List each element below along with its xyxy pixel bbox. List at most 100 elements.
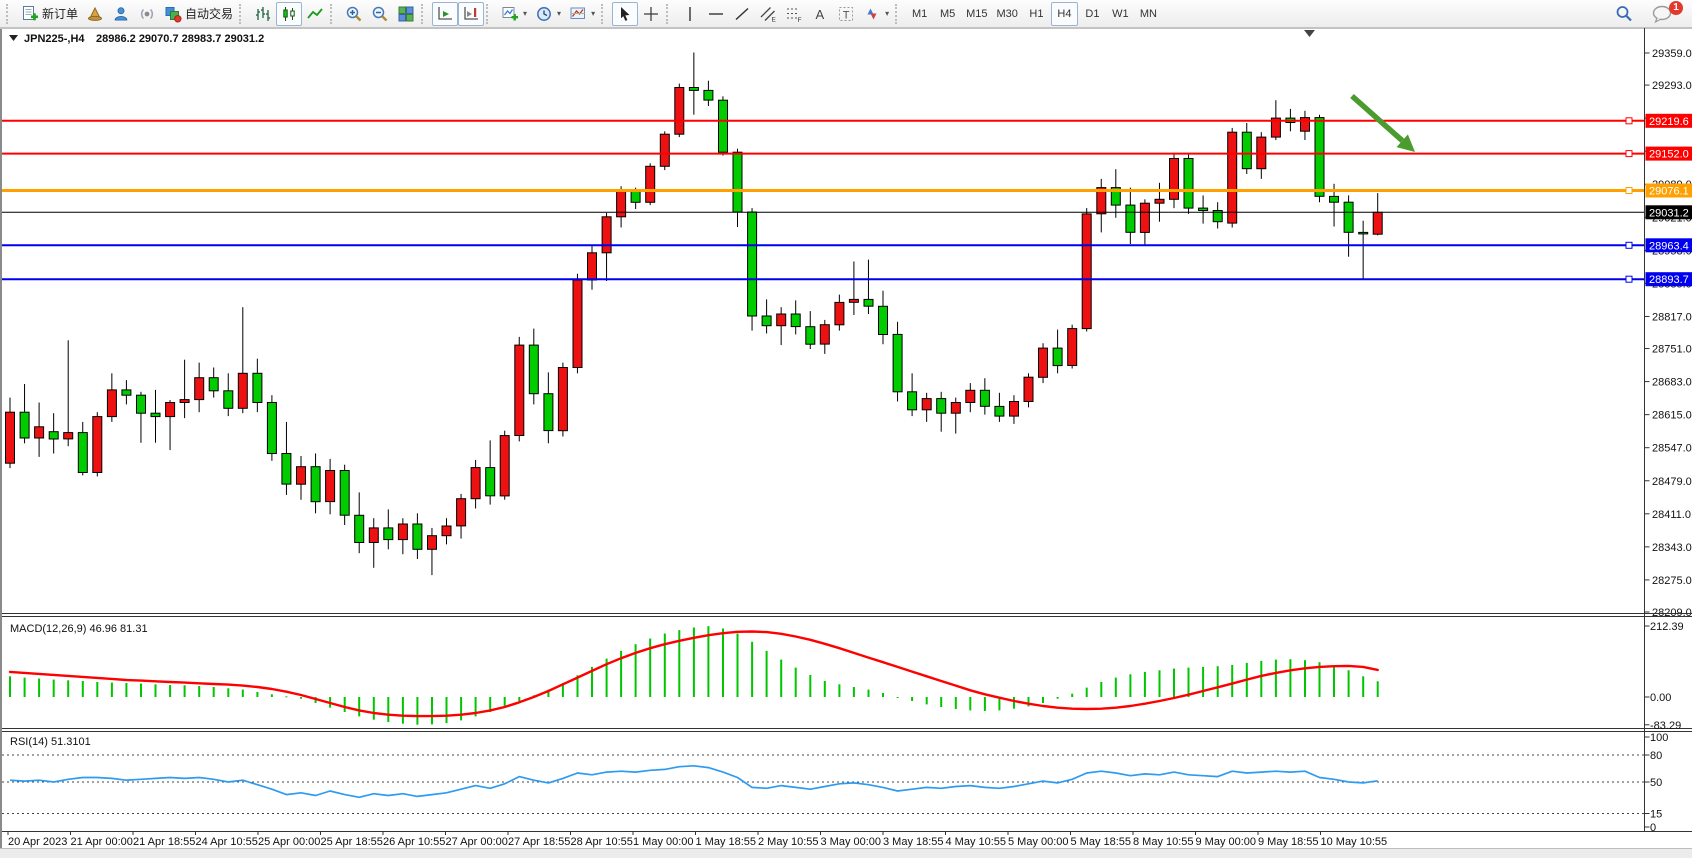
arrows-button[interactable]: ▾ <box>859 2 893 26</box>
svg-text:29293.0: 29293.0 <box>1652 80 1692 92</box>
svg-text:1 May 00:00: 1 May 00:00 <box>633 836 694 848</box>
notification-badge: 1 <box>1669 1 1683 15</box>
search-button[interactable] <box>1610 2 1638 26</box>
new-order-icon <box>21 5 39 23</box>
svg-text:50: 50 <box>1650 777 1662 789</box>
svg-text:28547.0: 28547.0 <box>1652 443 1692 455</box>
timeframe-button-h4[interactable]: H4 <box>1051 2 1078 26</box>
text-button[interactable]: A <box>807 2 833 26</box>
chart-shift-button[interactable] <box>458 2 484 26</box>
equidistant-channel-button[interactable]: E <box>755 2 781 26</box>
templates-button[interactable]: ▾ <box>565 2 599 26</box>
timeframe-button-m15[interactable]: M15 <box>962 2 991 26</box>
candle <box>748 208 757 331</box>
price-badge: 28893.7 <box>1646 272 1692 286</box>
text-label-button[interactable]: T <box>833 2 859 26</box>
zoom-in-icon <box>345 5 363 23</box>
signals-button[interactable] <box>134 2 160 26</box>
toolbar-grip <box>330 4 337 24</box>
svg-text:28963.4: 28963.4 <box>1649 240 1689 252</box>
mt4-window: 新订单 自动交易 <box>0 0 1692 858</box>
price-badge: 29031.2 <box>1646 205 1692 219</box>
svg-text:27 Apr 00:00: 27 Apr 00:00 <box>446 836 508 848</box>
candle <box>93 412 102 476</box>
timeframe-button-w1[interactable]: W1 <box>1107 2 1134 26</box>
line-chart-icon <box>306 5 324 23</box>
svg-text:28683.0: 28683.0 <box>1652 377 1692 389</box>
vertical-line-icon <box>681 5 699 23</box>
svg-text:3 May 00:00: 3 May 00:00 <box>821 836 882 848</box>
bar-chart-icon <box>254 5 272 23</box>
new-order-button[interactable]: 新订单 <box>17 2 82 26</box>
candle <box>558 363 567 437</box>
arrows-icon <box>863 5 881 23</box>
toolbar-grip <box>895 4 902 24</box>
svg-text:28893.7: 28893.7 <box>1649 274 1689 286</box>
timeframe-button-m5[interactable]: M5 <box>934 2 961 26</box>
timeframe-button-m30[interactable]: M30 <box>993 2 1022 26</box>
svg-text:28479.0: 28479.0 <box>1652 476 1692 488</box>
toolbar: 新订单 自动交易 <box>0 0 1692 28</box>
chart-canvas[interactable]: 29359.029293.029225.029157.029089.029021… <box>0 0 1692 858</box>
virtual-hosting-button[interactable] <box>108 2 134 26</box>
toolbar-grip <box>239 4 246 24</box>
timeframe-button-m1[interactable]: M1 <box>906 2 933 26</box>
vertical-line-button[interactable] <box>677 2 703 26</box>
candle <box>500 431 509 500</box>
trendline-button[interactable] <box>729 2 755 26</box>
svg-text:1 May 18:55: 1 May 18:55 <box>696 836 757 848</box>
person-icon <box>112 5 130 23</box>
candle <box>1039 343 1048 383</box>
tile-windows-button[interactable] <box>393 2 419 26</box>
toolbar-right: 1 <box>1610 2 1688 26</box>
chevron-down-icon: ▾ <box>523 9 527 18</box>
svg-text:100: 100 <box>1650 732 1668 744</box>
line-chart-button[interactable] <box>302 2 328 26</box>
svg-text:21 Apr 18:55: 21 Apr 18:55 <box>133 836 195 848</box>
chevron-down-icon: ▾ <box>557 9 561 18</box>
timeframe-button-d1[interactable]: D1 <box>1079 2 1106 26</box>
svg-text:5 May 18:55: 5 May 18:55 <box>1071 836 1132 848</box>
expert-advisors-button[interactable] <box>82 2 108 26</box>
svg-text:4 May 10:55: 4 May 10:55 <box>946 836 1007 848</box>
new-chart-button[interactable]: ▾ <box>497 2 531 26</box>
zoom-in-button[interactable] <box>341 2 367 26</box>
tile-windows-icon <box>397 5 415 23</box>
auto-scroll-button[interactable] <box>432 2 458 26</box>
toolbar-grip <box>6 4 13 24</box>
price-badge: 29152.0 <box>1646 147 1692 161</box>
price-badge: 28963.4 <box>1646 238 1692 252</box>
timeframe-button-h1[interactable]: H1 <box>1023 2 1050 26</box>
timeframe-group: M1M5M15M30H1H4D1W1MN <box>906 2 1162 26</box>
timeframe-button-mn[interactable]: MN <box>1135 2 1162 26</box>
profiles-button[interactable]: ▾ <box>531 2 565 26</box>
svg-text:29359.0: 29359.0 <box>1652 48 1692 60</box>
crosshair-button[interactable] <box>638 2 664 26</box>
chat-button[interactable]: 1 <box>1648 2 1678 26</box>
text-label-icon: T <box>837 5 855 23</box>
toolbar-grip <box>601 4 608 24</box>
svg-text:-83.29: -83.29 <box>1650 720 1681 732</box>
svg-text:212.39: 212.39 <box>1650 621 1684 633</box>
svg-text:T: T <box>843 9 850 21</box>
zoom-out-button[interactable] <box>367 2 393 26</box>
candlestick-button[interactable] <box>276 2 302 26</box>
toolbar-grip <box>666 4 673 24</box>
fibonacci-icon: F <box>785 5 803 23</box>
svg-text:27 Apr 18:55: 27 Apr 18:55 <box>508 836 570 848</box>
horizontal-line-button[interactable] <box>703 2 729 26</box>
auto-scroll-icon <box>436 5 454 23</box>
candle <box>1068 325 1077 369</box>
svg-text:28 Apr 10:55: 28 Apr 10:55 <box>571 836 633 848</box>
autotrading-button[interactable]: 自动交易 <box>160 2 237 26</box>
candle <box>660 131 669 170</box>
svg-text:28751.0: 28751.0 <box>1652 344 1692 356</box>
svg-text:28275.0: 28275.0 <box>1652 575 1692 587</box>
fibonacci-button[interactable]: F <box>781 2 807 26</box>
svg-text:8 May 10:55: 8 May 10:55 <box>1133 836 1194 848</box>
new-order-label: 新订单 <box>42 5 78 22</box>
svg-text:29076.1: 29076.1 <box>1649 186 1689 198</box>
bar-chart-button[interactable] <box>250 2 276 26</box>
svg-text:3 May 18:55: 3 May 18:55 <box>883 836 944 848</box>
cursor-button[interactable] <box>612 2 638 26</box>
